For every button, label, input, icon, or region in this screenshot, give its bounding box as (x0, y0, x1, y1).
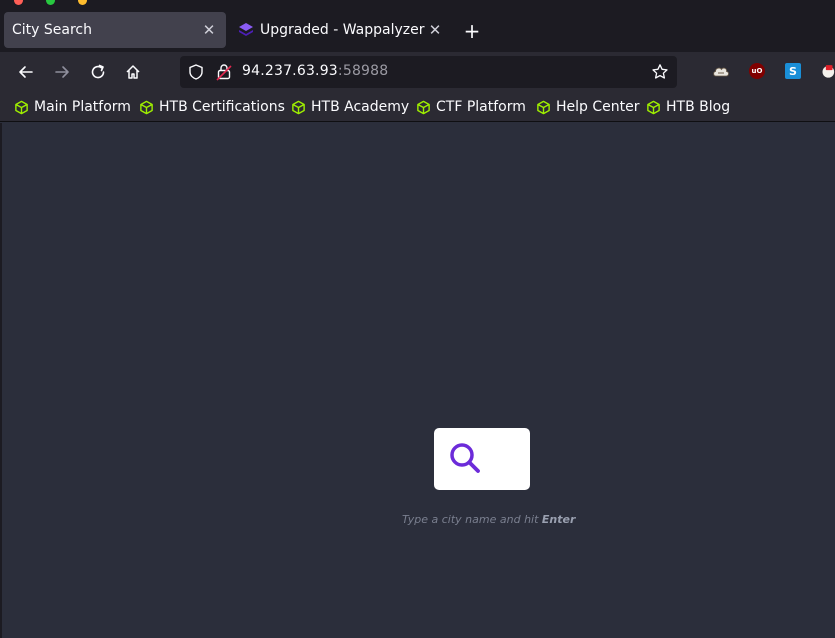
reload-icon (91, 64, 105, 79)
search-icon (450, 443, 480, 473)
tab-bar: City Search ✕ Upgraded - Wappalyzer ✕ + (0, 7, 835, 52)
bookmark-label: Help Center (556, 99, 640, 115)
home-button[interactable] (120, 59, 146, 85)
window-top-strip (0, 0, 835, 7)
bookmark-help-center[interactable]: Help Center (536, 98, 640, 116)
bookmark-label: HTB Blog (666, 99, 731, 115)
close-window-dot[interactable] (14, 0, 23, 5)
address-bar[interactable]: 94.237.63.93:58988 (180, 56, 677, 88)
navigation-toolbar: 94.237.63.93:58988 uO S (0, 52, 835, 92)
wappalyzer-cloud-icon[interactable] (712, 62, 730, 80)
maximize-window-dot[interactable] (46, 0, 55, 5)
minimize-window-dot[interactable] (78, 0, 87, 5)
bookmark-ctf-platform[interactable]: CTF Platform (416, 98, 526, 116)
reload-button[interactable] (85, 59, 111, 85)
close-tab-icon[interactable]: ✕ (200, 21, 218, 39)
htb-cube-icon (292, 100, 305, 114)
forward-arrow-icon (55, 66, 69, 78)
insecure-lock-icon[interactable] (216, 63, 232, 81)
tab-wappalyzer[interactable]: Upgraded - Wappalyzer ✕ (232, 12, 452, 48)
bookmark-star-icon[interactable] (651, 63, 669, 81)
bookmark-main-platform[interactable]: Main Platform (14, 98, 131, 116)
back-button[interactable] (13, 59, 39, 85)
shield-icon[interactable] (187, 63, 205, 81)
bookmark-label: CTF Platform (436, 99, 526, 115)
bookmark-label: HTB Academy (311, 99, 410, 115)
htb-cube-icon (417, 100, 430, 114)
htb-cube-icon (537, 100, 550, 114)
home-icon (126, 65, 140, 79)
htb-cube-icon (15, 100, 28, 114)
search-hint: Type a city name and hit Enter (402, 513, 575, 526)
tab-city-search[interactable]: City Search ✕ (4, 12, 226, 48)
tab-title: City Search (12, 22, 92, 38)
url-host: 94.237.63.93 (242, 63, 338, 79)
bookmark-label: Main Platform (34, 99, 131, 115)
hint-text: Type a city name and hit (402, 513, 542, 526)
url-port: :58988 (337, 63, 389, 79)
extension-icon[interactable] (820, 62, 835, 80)
page-content: Type a city name and hit Enter (0, 123, 835, 638)
back-arrow-icon (19, 66, 33, 78)
tab-title: Upgraded - Wappalyzer (260, 22, 425, 38)
city-search-button[interactable] (434, 428, 530, 490)
bookmark-htb-academy[interactable]: HTB Academy (291, 98, 409, 116)
bookmark-htb-blog[interactable]: HTB Blog (646, 98, 730, 116)
forward-button[interactable] (49, 59, 75, 85)
htb-cube-icon (140, 100, 153, 114)
hint-enter-key: Enter (541, 513, 576, 526)
bookmark-htb-certifications[interactable]: HTB Certifications (139, 98, 285, 116)
htb-cube-icon (647, 100, 660, 114)
wappalyzer-icon (239, 23, 253, 36)
url-text[interactable]: 94.237.63.93:58988 (242, 63, 388, 79)
ublock-icon[interactable]: uO (749, 63, 765, 79)
s-extension-icon[interactable]: S (785, 63, 801, 79)
bookmark-label: HTB Certifications (159, 99, 285, 115)
close-tab-icon[interactable]: ✕ (426, 21, 444, 39)
bookmarks-toolbar: Main Platform HTB Certifications HTB Aca… (0, 92, 835, 122)
new-tab-icon[interactable]: + (460, 19, 484, 43)
